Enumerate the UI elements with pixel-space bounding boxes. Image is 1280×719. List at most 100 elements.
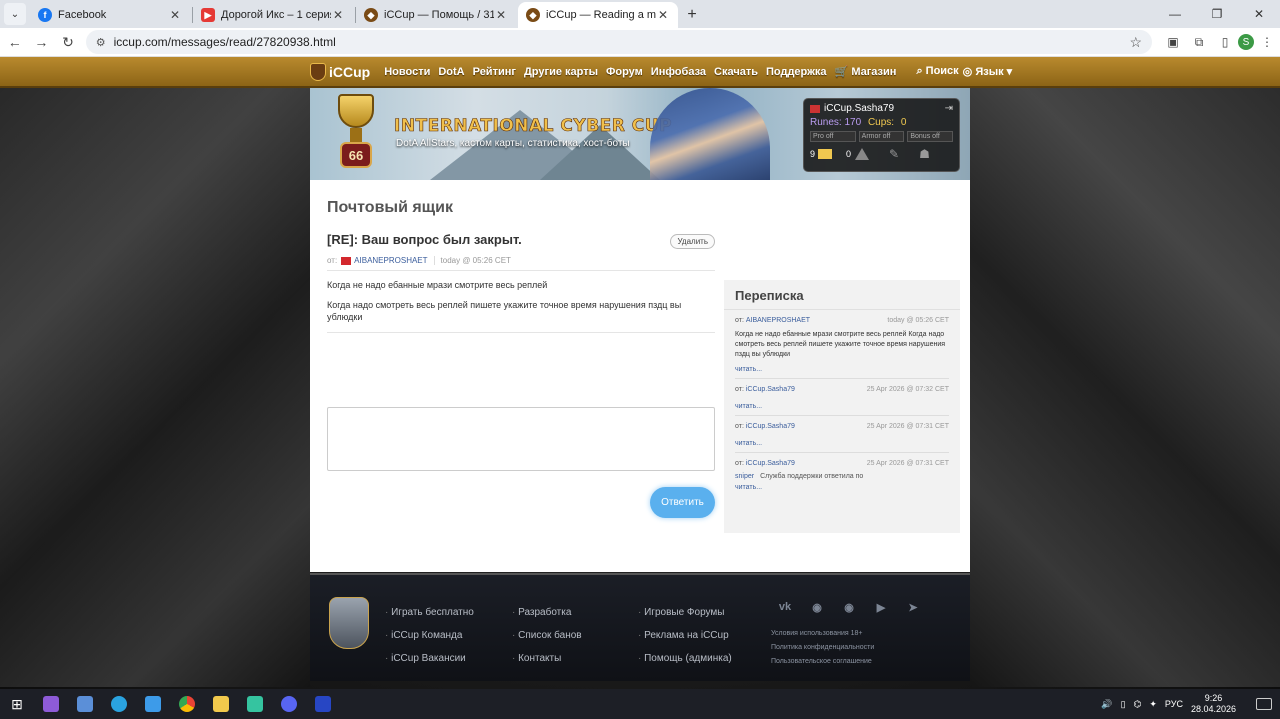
footer-link[interactable]: iCCup Команда	[385, 624, 474, 647]
reply-button[interactable]: Ответить	[650, 487, 715, 518]
explorer-app-icon[interactable]	[204, 689, 238, 719]
footer-link[interactable]: Разработка	[512, 601, 582, 624]
windows-start-icon[interactable]: ⊞	[0, 689, 34, 719]
reload-icon[interactable]: ↻	[56, 30, 80, 54]
discord-icon[interactable]: ◉	[837, 597, 861, 617]
sidebar-icon[interactable]: ▯	[1212, 30, 1238, 54]
nav-other-maps[interactable]: Другие карты	[524, 66, 598, 78]
footer-link[interactable]: Играть бесплатно	[385, 601, 474, 624]
restore-icon[interactable]: ❐	[1196, 0, 1238, 28]
footer-link[interactable]: Помощь (админка)	[638, 647, 732, 670]
nav-news[interactable]: Новости	[384, 66, 430, 78]
footer-link[interactable]: Реклама на iCCup	[638, 624, 732, 647]
conversation-user[interactable]: iCCup.Sasha79	[746, 423, 795, 430]
read-more-link[interactable]: читать...	[735, 440, 949, 447]
profile-avatar[interactable]: S	[1238, 34, 1254, 50]
agreement-link[interactable]: Пользовательское соглашение	[771, 655, 874, 669]
discord-icon[interactable]: ◉	[805, 597, 829, 617]
nav-infobase[interactable]: Инфобаза	[651, 66, 706, 78]
browser-tab-youtube[interactable]: ▶ Дорогой Икс – 1 серия ✕	[193, 2, 353, 28]
network-icon[interactable]: ⌬	[1134, 699, 1142, 710]
read-more-link[interactable]: читать...	[735, 484, 949, 491]
nav-support[interactable]: Поддержка	[766, 66, 827, 78]
read-more-link[interactable]: читать...	[735, 403, 949, 410]
site-logo[interactable]: iCCup	[310, 62, 370, 81]
youtube-icon[interactable]: ▶	[869, 597, 893, 617]
tray-app-icon[interactable]: ✦	[1149, 699, 1157, 710]
game-app-icon[interactable]	[238, 689, 272, 719]
close-icon[interactable]: ✕	[656, 8, 670, 22]
social-links: vk ◉ ◉ ▶ ➤	[773, 597, 925, 617]
site-footer: Играть бесплатно iCCup Команда iCCup Вак…	[310, 573, 970, 681]
minimize-icon[interactable]: —	[1154, 0, 1196, 28]
user-icon[interactable]: ☗	[919, 147, 930, 161]
quoted-user[interactable]: sniper	[735, 473, 754, 480]
footer-link[interactable]: Список банов	[512, 624, 582, 647]
logout-icon[interactable]: ⇥	[945, 103, 953, 114]
app-icon[interactable]	[306, 689, 340, 719]
conversation-user[interactable]: AIBANEPROSHAET	[746, 317, 810, 324]
nav-forum[interactable]: Форум	[606, 66, 643, 78]
close-window-icon[interactable]: ✕	[1238, 0, 1280, 28]
browser-tab-facebook[interactable]: f Facebook ✕	[30, 2, 190, 28]
message-body: Когда не надо ебанные мрази смотрите вес…	[327, 279, 715, 333]
volume-icon[interactable]: 🔊	[1101, 699, 1112, 710]
message-author[interactable]: AIBANEPROSHAET	[354, 256, 427, 265]
battery-icon[interactable]: ▯	[1121, 699, 1126, 710]
footer-legal: Условия использования 18+ Политика конфи…	[771, 627, 874, 669]
close-icon[interactable]: ✕	[494, 8, 508, 22]
wrench-icon[interactable]: ✎	[889, 147, 899, 161]
site-info-icon[interactable]: ⚙	[96, 36, 106, 49]
terms-link[interactable]: Условия использования 18+	[771, 627, 874, 641]
close-icon[interactable]: ✕	[168, 8, 182, 22]
bookmark-star-icon[interactable]: ☆	[1129, 34, 1142, 51]
warning-icon[interactable]	[855, 148, 870, 160]
url-field[interactable]: ⚙ iccup.com/messages/read/27820938.html …	[85, 30, 1152, 54]
telegram-icon[interactable]: ➤	[901, 597, 925, 617]
vk-icon[interactable]: vk	[773, 597, 797, 617]
cast-icon[interactable]: ▣	[1160, 30, 1186, 54]
extensions-icon[interactable]: ⧉	[1186, 30, 1212, 54]
bonus-toggle[interactable]: Bonus off	[907, 131, 954, 142]
clock[interactable]: 9:26 28.04.2026	[1191, 693, 1244, 715]
armor-toggle[interactable]: Armor off	[858, 131, 905, 142]
back-icon[interactable]: ←	[3, 30, 27, 54]
chrome-app-icon[interactable]	[170, 689, 204, 719]
nav-download[interactable]: Скачать	[714, 66, 758, 78]
nav-dota[interactable]: DotA	[438, 66, 464, 78]
search-link[interactable]: ⌕ Поиск	[916, 65, 958, 78]
nav-shop[interactable]: 🛒 Магазин	[835, 65, 897, 78]
browser-tabbar: ⌄ f Facebook ✕ ▶ Дорогой Икс – 1 серия ✕…	[0, 0, 1280, 28]
read-more-link[interactable]: читать...	[735, 366, 949, 373]
username[interactable]: iCCup.Sasha79	[824, 103, 894, 114]
footer-link[interactable]: Игровые Форумы	[638, 601, 732, 624]
nav-rating[interactable]: Рейтинг	[473, 66, 516, 78]
notification-icon[interactable]	[1256, 698, 1272, 710]
browser-tab-iccup-help[interactable]: ◆ iCCup — Помощь / 31-оскорб ✕	[356, 2, 516, 28]
discord-app-icon[interactable]	[272, 689, 306, 719]
store-app-icon[interactable]	[136, 689, 170, 719]
footer-link[interactable]: Контакты	[512, 647, 582, 670]
conversation-user[interactable]: iCCup.Sasha79	[746, 460, 795, 467]
banner-title: INTERNATIONAL CYBER CUP	[394, 116, 673, 137]
delete-button[interactable]: Удалить	[670, 234, 715, 249]
mail-icon[interactable]	[818, 149, 833, 159]
notepad-app-icon[interactable]	[68, 689, 102, 719]
privacy-link[interactable]: Политика конфиденциальности	[771, 641, 874, 655]
tab-search-dropdown[interactable]: ⌄	[4, 3, 26, 25]
close-icon[interactable]: ✕	[331, 8, 345, 22]
forward-icon[interactable]: →	[30, 30, 54, 54]
telegram-app-icon[interactable]	[102, 689, 136, 719]
pro-toggle[interactable]: Pro off	[810, 131, 856, 142]
menu-icon[interactable]: ⋮	[1254, 30, 1280, 54]
message-meta: от: AIBANEPROSHAET today @ 05:26 CET	[327, 256, 715, 271]
reply-textarea[interactable]	[327, 407, 715, 471]
conversation-user[interactable]: iCCup.Sasha79	[746, 386, 795, 393]
new-tab-button[interactable]: +	[680, 3, 704, 27]
footer-link[interactable]: iCCup Вакансии	[385, 647, 474, 670]
language-select[interactable]: ◎ Язык ▾	[963, 65, 1013, 78]
footer-column-2: Разработка Список банов Контакты	[512, 601, 582, 670]
browser-tab-iccup-message[interactable]: ◆ iCCup — Reading a message fro ✕	[518, 2, 678, 28]
language-indicator[interactable]: РУС	[1165, 699, 1183, 709]
feather-app-icon[interactable]	[34, 689, 68, 719]
